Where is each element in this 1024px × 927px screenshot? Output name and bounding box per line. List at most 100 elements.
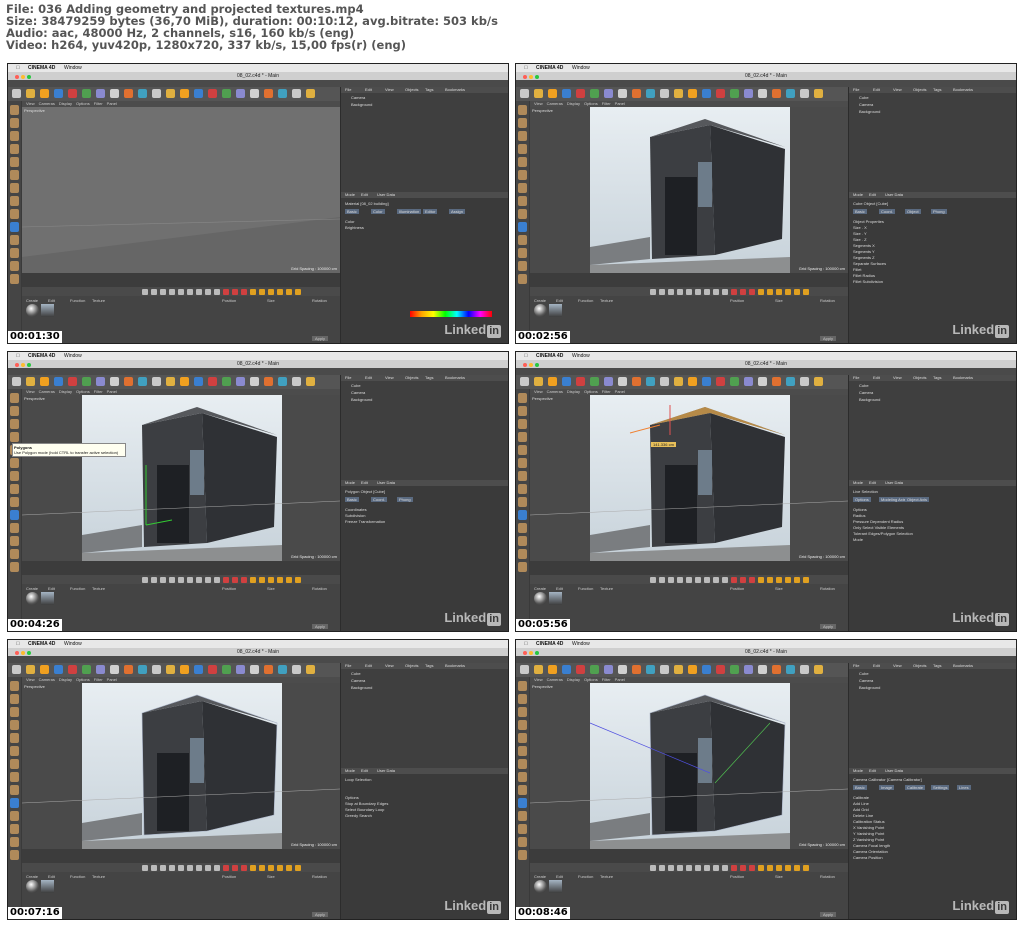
mode-tool-icon[interactable] bbox=[518, 445, 527, 455]
toolbar-tool-icon[interactable] bbox=[264, 377, 273, 386]
playback-button-icon[interactable] bbox=[740, 577, 746, 583]
object-menu-item[interactable]: Objects bbox=[913, 87, 927, 93]
close-icon[interactable] bbox=[523, 75, 527, 79]
material-thumbnail[interactable] bbox=[549, 304, 562, 317]
object-list-item[interactable]: Camera bbox=[859, 102, 873, 107]
mode-tool-icon[interactable] bbox=[10, 497, 19, 507]
attribute-tab[interactable]: Phong bbox=[931, 209, 947, 214]
playback-button-icon[interactable] bbox=[767, 865, 773, 871]
mode-tool-icon[interactable] bbox=[518, 733, 527, 743]
viewport-menu-item[interactable]: View bbox=[26, 389, 35, 394]
material-menu-item[interactable]: Create bbox=[26, 298, 38, 303]
object-list-item[interactable]: Camera bbox=[351, 678, 365, 683]
toolbar-tool-icon[interactable] bbox=[674, 665, 683, 674]
minimize-icon[interactable] bbox=[529, 363, 533, 367]
object-list-item[interactable]: Background bbox=[859, 397, 880, 402]
viewport-menu-item[interactable]: Panel bbox=[615, 101, 625, 106]
toolbar-tool-icon[interactable] bbox=[12, 377, 21, 386]
mode-tool-icon[interactable] bbox=[10, 798, 19, 808]
viewport-menu-item[interactable]: Options bbox=[76, 677, 90, 682]
minimize-icon[interactable] bbox=[529, 75, 533, 79]
mode-tool-icon[interactable] bbox=[10, 785, 19, 795]
playback-button-icon[interactable] bbox=[677, 289, 683, 295]
attr-menu-item[interactable]: Mode bbox=[853, 480, 863, 486]
mode-tool-icon[interactable] bbox=[10, 235, 19, 245]
viewport-menu-item[interactable]: Display bbox=[59, 389, 72, 394]
object-menu-item[interactable]: Bookmarks bbox=[953, 87, 973, 93]
mode-tool-icon[interactable] bbox=[518, 183, 527, 193]
object-menu-item[interactable]: Bookmarks bbox=[445, 87, 465, 93]
object-list-item[interactable]: Background bbox=[859, 685, 880, 690]
playback-button-icon[interactable] bbox=[695, 865, 701, 871]
material-menu-item[interactable]: Create bbox=[534, 298, 546, 303]
mode-tool-icon[interactable] bbox=[10, 707, 19, 717]
material-menu-item[interactable]: Function bbox=[578, 298, 593, 303]
playback-button-icon[interactable] bbox=[277, 865, 283, 871]
playback-button-icon[interactable] bbox=[668, 289, 674, 295]
playback-button-icon[interactable] bbox=[776, 289, 782, 295]
toolbar-tool-icon[interactable] bbox=[54, 377, 63, 386]
playback-button-icon[interactable] bbox=[803, 865, 809, 871]
attribute-tab[interactable]: Coord. bbox=[371, 497, 388, 502]
playback-button-icon[interactable] bbox=[785, 577, 791, 583]
toolbar-tool-icon[interactable] bbox=[278, 377, 287, 386]
playback-button-icon[interactable] bbox=[250, 289, 256, 295]
apply-button[interactable]: Apply bbox=[820, 624, 837, 629]
toolbar-tool-icon[interactable] bbox=[688, 377, 697, 386]
toolbar-tool-icon[interactable] bbox=[110, 377, 119, 386]
playback-button-icon[interactable] bbox=[749, 865, 755, 871]
mode-tool-icon[interactable] bbox=[10, 105, 19, 115]
playback-button-icon[interactable] bbox=[214, 865, 220, 871]
playback-button-icon[interactable] bbox=[794, 865, 800, 871]
object-menu-item[interactable]: Tags bbox=[425, 663, 433, 669]
attribute-tab[interactable]: Basic bbox=[853, 209, 867, 214]
mode-tool-icon[interactable] bbox=[10, 393, 19, 403]
mode-tool-icon[interactable] bbox=[518, 746, 527, 756]
playback-button-icon[interactable] bbox=[668, 865, 674, 871]
toolbar-tool-icon[interactable] bbox=[786, 665, 795, 674]
mode-tool-icon[interactable] bbox=[518, 681, 527, 691]
mode-tool-icon[interactable] bbox=[10, 837, 19, 847]
object-menu-item[interactable]: File bbox=[345, 87, 351, 93]
object-list-item[interactable]: Cube bbox=[351, 671, 361, 676]
playback-button-icon[interactable] bbox=[794, 289, 800, 295]
viewport-menu-item[interactable]: Filter bbox=[602, 101, 611, 106]
object-list-item[interactable]: Camera bbox=[351, 390, 365, 395]
object-list-item[interactable]: Camera bbox=[351, 95, 365, 100]
playback-button-icon[interactable] bbox=[223, 289, 229, 295]
mode-tool-icon[interactable] bbox=[10, 406, 19, 416]
playback-button-icon[interactable] bbox=[803, 289, 809, 295]
playback-button-icon[interactable] bbox=[758, 865, 764, 871]
toolbar-tool-icon[interactable] bbox=[660, 89, 669, 98]
toolbar-tool-icon[interactable] bbox=[688, 665, 697, 674]
window-menu[interactable]: Window bbox=[64, 640, 82, 648]
3d-viewport[interactable]: Perspective Grid Spacing : 100000 cm bbox=[530, 107, 848, 273]
playback-button-icon[interactable] bbox=[205, 577, 211, 583]
material-menu-item[interactable]: Function bbox=[70, 586, 85, 591]
viewport-menu-item[interactable]: Filter bbox=[94, 677, 103, 682]
toolbar-tool-icon[interactable] bbox=[520, 89, 529, 98]
toolbar-tool-icon[interactable] bbox=[166, 377, 175, 386]
toolbar-tool-icon[interactable] bbox=[292, 377, 301, 386]
mode-tool-icon[interactable] bbox=[10, 157, 19, 167]
material-menu-item[interactable]: Edit bbox=[556, 298, 563, 303]
toolbar-tool-icon[interactable] bbox=[68, 377, 77, 386]
attr-menu-item[interactable]: User Data bbox=[885, 192, 903, 198]
mode-tool-icon[interactable] bbox=[518, 850, 527, 860]
viewport-menu-item[interactable]: Display bbox=[59, 677, 72, 682]
attribute-tab[interactable]: Object Axis bbox=[905, 497, 930, 502]
toolbar-tool-icon[interactable] bbox=[222, 377, 231, 386]
playback-button-icon[interactable] bbox=[151, 865, 157, 871]
material-menu-item[interactable]: Create bbox=[26, 586, 38, 591]
viewport-menu-item[interactable]: Panel bbox=[107, 677, 117, 682]
toolbar-tool-icon[interactable] bbox=[250, 665, 259, 674]
viewport-menu-item[interactable]: Options bbox=[584, 677, 598, 682]
playback-button-icon[interactable] bbox=[250, 865, 256, 871]
attr-menu-item[interactable]: Edit bbox=[361, 480, 368, 486]
attribute-tab[interactable]: Lines bbox=[957, 785, 971, 790]
mode-tool-icon[interactable] bbox=[518, 406, 527, 416]
toolbar-tool-icon[interactable] bbox=[40, 89, 49, 98]
toolbar-tool-icon[interactable] bbox=[26, 377, 35, 386]
toolbar-tool-icon[interactable] bbox=[534, 89, 543, 98]
material-menu-item[interactable]: Edit bbox=[48, 586, 55, 591]
